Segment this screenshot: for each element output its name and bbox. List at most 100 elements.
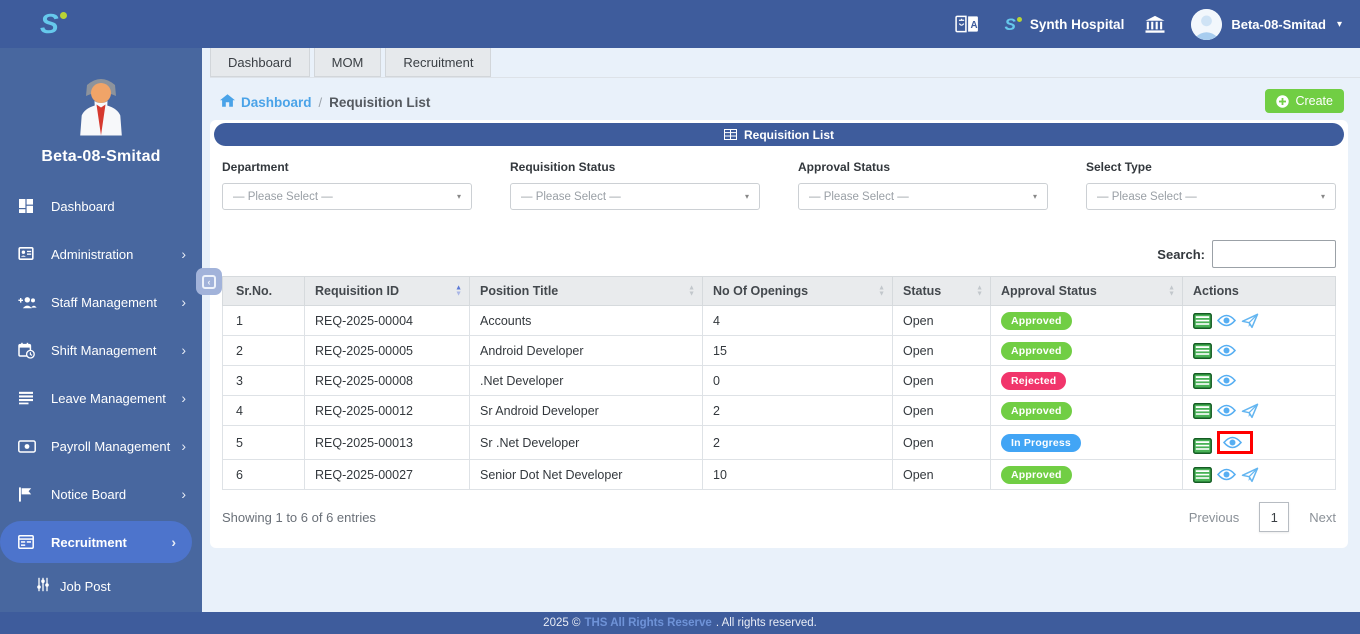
- cell-approval-status: Approved: [991, 460, 1183, 490]
- sidebar-item-recruitment[interactable]: Recruitment›: [0, 521, 192, 563]
- eye-action-icon[interactable]: [1223, 436, 1242, 449]
- sidebar-item-payroll-management[interactable]: Payroll Management›: [0, 422, 202, 470]
- sort-icon: ▲▼: [1168, 286, 1175, 297]
- select-value: — Please Select —: [521, 191, 621, 203]
- create-button[interactable]: Create: [1265, 89, 1344, 113]
- sidebar-menu: DashboardAdministration›Staff Management…: [0, 182, 202, 612]
- filter-select-type: Select Type— Please Select —▾: [1086, 160, 1336, 210]
- approval-status-badge: Rejected: [1001, 372, 1066, 390]
- sidebar-item-administration[interactable]: Administration ›: [0, 230, 202, 278]
- page-number-button[interactable]: 1: [1259, 502, 1289, 532]
- cell-position-title: Accounts: [470, 306, 703, 336]
- cell-approval-status: Approved: [991, 336, 1183, 366]
- cell-position-title: .Net Developer: [470, 366, 703, 396]
- sidebar-item-notice-board[interactable]: Notice Board›: [0, 470, 202, 518]
- list-action-icon[interactable]: [1193, 343, 1212, 359]
- column-header-sr-no: Sr.No.: [223, 277, 305, 306]
- list-action-icon[interactable]: [1193, 403, 1212, 419]
- column-header-approval-status[interactable]: Approval Status▲▼: [991, 277, 1183, 306]
- cell-sr-no: 3: [223, 366, 305, 396]
- chevron-down-icon: ▾: [1337, 19, 1342, 30]
- table-row: 1REQ-2025-00004Accounts4OpenApproved: [223, 306, 1336, 336]
- tab-dashboard[interactable]: Dashboard: [210, 48, 310, 77]
- sidebar-item-staff-management[interactable]: Staff Management›: [0, 278, 202, 326]
- filter-label: Approval Status: [798, 160, 1048, 174]
- column-header-label: Sr.No.: [236, 284, 272, 298]
- sidebar-subitem-job-application[interactable]: Job Application: [0, 606, 202, 612]
- next-page-button[interactable]: Next: [1309, 510, 1336, 525]
- pagination: Previous 1 Next: [1189, 502, 1336, 532]
- create-button-label: Create: [1295, 94, 1333, 108]
- cell-actions: [1183, 306, 1336, 336]
- column-header-position-title[interactable]: Position Title ▲▼: [470, 277, 703, 306]
- sidebar-subitem-job-post[interactable]: Job Post: [0, 566, 202, 606]
- column-header-requisition-id[interactable]: Requisition ID▲▼: [305, 277, 470, 306]
- previous-page-button[interactable]: Previous: [1189, 510, 1240, 525]
- column-header-no-of-openings[interactable]: No Of Openings▲▼: [703, 277, 893, 306]
- column-header-label: Actions: [1193, 284, 1239, 298]
- cell-sr-no: 6: [223, 460, 305, 490]
- top-navbar: S A S Synth Hospital Beta-08-Smitad ▾: [0, 0, 1360, 48]
- home-icon: [220, 94, 235, 110]
- sidebar-collapse-toggle[interactable]: ‹: [196, 268, 222, 295]
- eye-action-icon[interactable]: [1217, 314, 1236, 327]
- eye-action-icon[interactable]: [1217, 468, 1236, 481]
- cell-status: Open: [893, 396, 991, 426]
- requisition-table: Sr.No. Requisition ID▲▼ Position Title ▲▼ No…: [222, 276, 1336, 490]
- cell-actions: [1183, 426, 1336, 460]
- cell-sr-no: 5: [223, 426, 305, 460]
- chevron-right-icon: ›: [181, 439, 186, 453]
- list-action-icon[interactable]: [1193, 373, 1212, 389]
- sort-down-arrow: ▼: [455, 291, 462, 297]
- filter-select-department[interactable]: — Please Select —▾: [222, 183, 472, 210]
- table-icon: [18, 535, 42, 549]
- footer-link[interactable]: THS All Rights Reserve: [584, 617, 711, 629]
- chevron-right-icon: ›: [181, 295, 186, 309]
- eye-action-icon[interactable]: [1217, 404, 1236, 417]
- filter-select-approval-status[interactable]: — Please Select —▾: [798, 183, 1048, 210]
- language-icon[interactable]: A: [955, 14, 979, 34]
- sidebar-item-label: Administration: [51, 247, 133, 262]
- hospital-brand[interactable]: S Synth Hospital: [1004, 16, 1124, 33]
- filter-select-requisition-status[interactable]: — Please Select — ▾: [510, 183, 760, 210]
- send-action-icon[interactable]: [1241, 403, 1259, 419]
- table-row: 3REQ-2025-00008.Net Developer0OpenReject…: [223, 366, 1336, 396]
- filter-label: Department: [222, 160, 472, 174]
- sidebar-item-shift-management[interactable]: Shift Management›: [0, 326, 202, 374]
- cell-status: Open: [893, 306, 991, 336]
- eye-action-icon[interactable]: [1217, 374, 1236, 387]
- list-action-icon[interactable]: [1193, 313, 1212, 329]
- list-action-icon[interactable]: [1193, 438, 1212, 454]
- sidebar: Beta-08-Smitad DashboardAdministration›S…: [0, 48, 202, 612]
- cell-openings: 2: [703, 426, 893, 460]
- approval-status-badge: Approved: [1001, 466, 1072, 484]
- user-menu[interactable]: Beta-08-Smitad ▾: [1191, 9, 1342, 40]
- filter-select-select-type[interactable]: — Please Select —▾: [1086, 183, 1336, 210]
- send-action-icon[interactable]: [1241, 313, 1259, 329]
- table-row: 4REQ-2025-00012Sr Android Developer2Open…: [223, 396, 1336, 426]
- sort-icon: ▲▼: [688, 286, 695, 297]
- table-footer: Showing 1 to 6 of 6 entries Previous 1 N…: [222, 490, 1336, 548]
- tab-mom[interactable]: MOM: [314, 48, 382, 77]
- sidebar-item-label: Notice Board: [51, 487, 126, 502]
- send-action-icon[interactable]: [1241, 467, 1259, 483]
- institution-icon[interactable]: [1144, 15, 1166, 34]
- column-header-status[interactable]: Status▲▼: [893, 277, 991, 306]
- footer: 2025 © THS All Rights Reserve . All righ…: [0, 612, 1360, 634]
- app-logo[interactable]: S: [40, 10, 59, 38]
- calendar-clock-icon: [18, 342, 42, 359]
- chevron-down-icon: ▾: [745, 192, 749, 201]
- cell-approval-status: Approved: [991, 306, 1183, 336]
- tab-recruitment[interactable]: Recruitment: [385, 48, 491, 77]
- chevron-right-icon: ›: [181, 247, 186, 261]
- column-header-label: Position Title: [480, 284, 558, 298]
- list-action-icon[interactable]: [1193, 467, 1212, 483]
- sidebar-item-dashboard[interactable]: Dashboard: [0, 182, 202, 230]
- cell-sr-no: 1: [223, 306, 305, 336]
- sidebar-item-label: Recruitment: [51, 535, 127, 550]
- search-input[interactable]: [1212, 240, 1336, 268]
- sidebar-item-leave-management[interactable]: Leave Management›: [0, 374, 202, 422]
- eye-action-icon[interactable]: [1217, 344, 1236, 357]
- breadcrumb-dashboard-link[interactable]: Dashboard: [220, 94, 312, 110]
- sidebar-item-label: Dashboard: [51, 199, 115, 214]
